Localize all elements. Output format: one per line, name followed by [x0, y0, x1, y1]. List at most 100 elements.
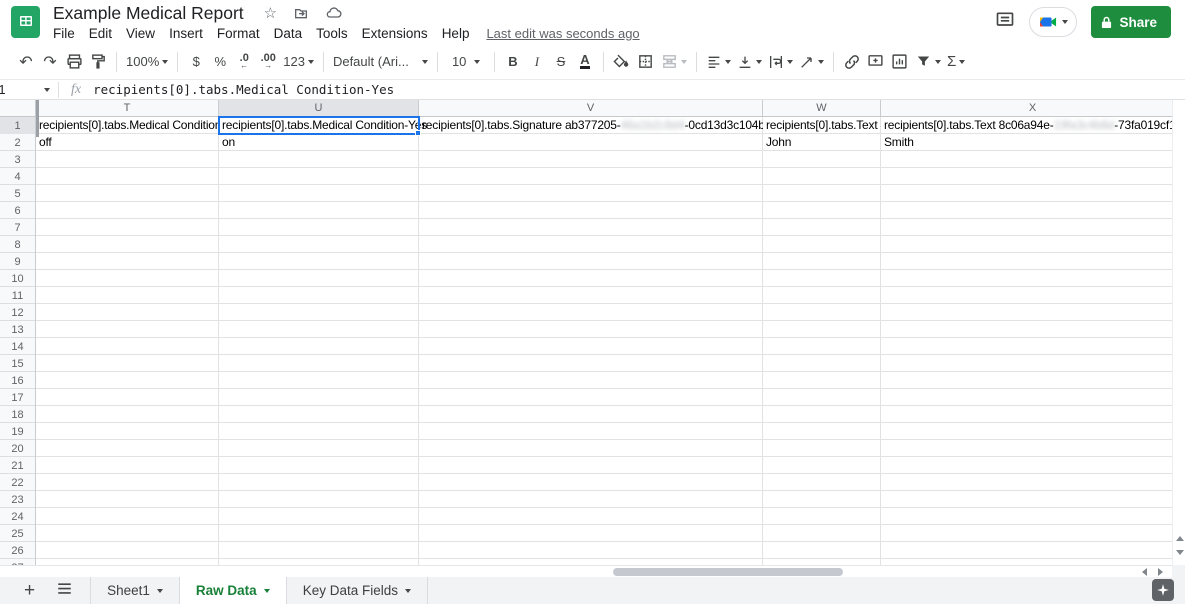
- bold-button[interactable]: B: [501, 50, 525, 74]
- row-header-11[interactable]: 11: [0, 287, 35, 304]
- menu-view[interactable]: View: [119, 25, 162, 42]
- cell-U2[interactable]: on: [219, 134, 419, 151]
- menu-help[interactable]: Help: [435, 25, 477, 42]
- row-header-26[interactable]: 26: [0, 542, 35, 559]
- create-filter-button[interactable]: [912, 50, 944, 74]
- sheet-tab-caret[interactable]: [404, 588, 411, 593]
- row-header-25[interactable]: 25: [0, 525, 35, 542]
- scroll-down-arrow[interactable]: [1176, 550, 1184, 555]
- zoom-select[interactable]: 100%: [123, 50, 171, 74]
- menu-edit[interactable]: Edit: [82, 25, 119, 42]
- share-button[interactable]: Share: [1091, 6, 1171, 38]
- row-header-3[interactable]: 3: [0, 151, 35, 168]
- italic-button[interactable]: I: [525, 50, 549, 74]
- strikethrough-button[interactable]: S: [549, 50, 573, 74]
- row-header-16[interactable]: 16: [0, 372, 35, 389]
- sheets-logo-icon[interactable]: [11, 6, 40, 38]
- scroll-left-arrow[interactable]: [1142, 568, 1147, 576]
- font-size-select[interactable]: 10: [444, 50, 488, 74]
- menu-extensions[interactable]: Extensions: [355, 25, 435, 42]
- row-header-12[interactable]: 12: [0, 304, 35, 321]
- insert-link-button[interactable]: [840, 50, 864, 74]
- fill-handle[interactable]: [415, 130, 421, 136]
- row-header-15[interactable]: 15: [0, 355, 35, 372]
- row-header-9[interactable]: 9: [0, 253, 35, 270]
- undo-button[interactable]: ↶: [14, 50, 38, 74]
- row-header-5[interactable]: 5: [0, 185, 35, 202]
- sheet-tab-caret[interactable]: [263, 588, 270, 593]
- grid-body[interactable]: recipients[0].tabs.Medical Condition-No r…: [36, 116, 1185, 565]
- menu-file[interactable]: File: [46, 25, 82, 42]
- font-select[interactable]: Default (Ari...: [330, 50, 431, 74]
- row-header-18[interactable]: 18: [0, 406, 35, 423]
- row-header-2[interactable]: 2: [0, 134, 35, 151]
- explore-button[interactable]: [1152, 579, 1174, 601]
- redo-button[interactable]: ↷: [38, 50, 62, 74]
- print-button[interactable]: [62, 50, 86, 74]
- row-header-21[interactable]: 21: [0, 457, 35, 474]
- column-header-W[interactable]: W: [763, 100, 881, 117]
- sheet-tab-sheet1[interactable]: Sheet1: [90, 577, 180, 604]
- row-header-20[interactable]: 20: [0, 440, 35, 457]
- row-header-6[interactable]: 6: [0, 202, 35, 219]
- format-currency-button[interactable]: $: [184, 50, 208, 74]
- comment-history-icon[interactable]: [995, 10, 1015, 35]
- vertical-scrollbar[interactable]: [1172, 100, 1185, 565]
- row-header-23[interactable]: 23: [0, 491, 35, 508]
- cell-T1[interactable]: recipients[0].tabs.Medical Condition-No: [36, 117, 219, 134]
- menu-data[interactable]: Data: [267, 25, 310, 42]
- insert-chart-button[interactable]: [888, 50, 912, 74]
- last-edit-status[interactable]: Last edit was seconds ago: [486, 26, 639, 41]
- row-header-19[interactable]: 19: [0, 423, 35, 440]
- meet-dropdown-caret[interactable]: [1062, 20, 1069, 24]
- merge-cells-button[interactable]: [658, 50, 690, 74]
- row-header-8[interactable]: 8: [0, 236, 35, 253]
- sheet-tab-key-data-fields[interactable]: Key Data Fields: [287, 577, 428, 604]
- format-percent-button[interactable]: %: [208, 50, 232, 74]
- more-formats-button[interactable]: 123: [280, 50, 317, 74]
- column-header-U[interactable]: U: [219, 100, 419, 117]
- sheet-tab-raw-data[interactable]: Raw Data: [179, 577, 287, 604]
- row-header-13[interactable]: 13: [0, 321, 35, 338]
- move-folder-icon[interactable]: [293, 5, 309, 21]
- add-sheet-button[interactable]: +: [24, 581, 35, 600]
- scroll-right-arrow[interactable]: [1158, 568, 1163, 576]
- cell-V1[interactable]: recipients[0].tabs.Signature ab377205-46…: [419, 117, 763, 134]
- meet-button[interactable]: [1029, 7, 1078, 37]
- scroll-up-arrow[interactable]: [1176, 536, 1184, 541]
- functions-button[interactable]: Σ: [944, 50, 968, 74]
- gutter-resize-bar[interactable]: [36, 100, 39, 137]
- cell-W2[interactable]: John: [763, 134, 881, 151]
- sheet-tab-caret[interactable]: [156, 588, 163, 593]
- paint-format-button[interactable]: [86, 50, 110, 74]
- horizontal-scroll-thumb[interactable]: [613, 568, 843, 576]
- row-header-22[interactable]: 22: [0, 474, 35, 491]
- star-icon[interactable]: ☆: [264, 4, 277, 22]
- row-header-7[interactable]: 7: [0, 219, 35, 236]
- vertical-align-button[interactable]: [734, 50, 765, 74]
- row-header-24[interactable]: 24: [0, 508, 35, 525]
- decrease-decimal-button[interactable]: .0 ←: [232, 50, 256, 74]
- row-header-4[interactable]: 4: [0, 168, 35, 185]
- text-color-button[interactable]: A: [573, 50, 597, 74]
- row-header-14[interactable]: 14: [0, 338, 35, 355]
- row-header-17[interactable]: 17: [0, 389, 35, 406]
- name-box[interactable]: U1: [0, 80, 58, 99]
- cloud-saved-icon[interactable]: [325, 5, 343, 21]
- menu-tools[interactable]: Tools: [309, 25, 355, 42]
- menu-insert[interactable]: Insert: [162, 25, 210, 42]
- row-header-10[interactable]: 10: [0, 270, 35, 287]
- row-header-1[interactable]: 1: [0, 117, 35, 134]
- fill-color-button[interactable]: [610, 50, 634, 74]
- menu-format[interactable]: Format: [210, 25, 267, 42]
- cell-W1[interactable]: recipients[0].tabs.Text 49: [763, 117, 881, 134]
- column-header-V[interactable]: V: [419, 100, 763, 117]
- cell-T2[interactable]: off: [36, 134, 219, 151]
- column-header-X[interactable]: X: [881, 100, 1185, 117]
- all-sheets-button[interactable]: [57, 582, 72, 600]
- insert-comment-button[interactable]: [864, 50, 888, 74]
- document-title[interactable]: Example Medical Report: [53, 3, 244, 24]
- increase-decimal-button[interactable]: .00 →: [256, 50, 280, 74]
- borders-button[interactable]: [634, 50, 658, 74]
- select-all-corner[interactable]: [0, 100, 36, 117]
